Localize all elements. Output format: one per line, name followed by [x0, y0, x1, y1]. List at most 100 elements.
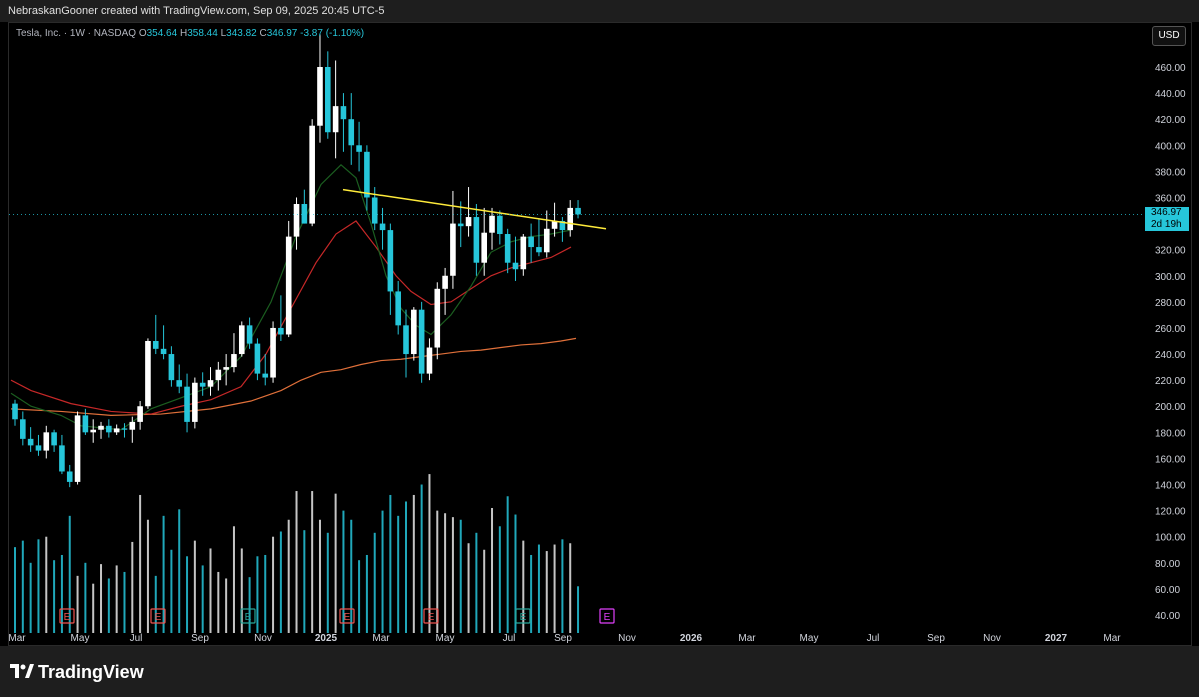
legend-close-value: 346.97 [266, 28, 298, 39]
volume-bar [178, 509, 181, 633]
candle-body [43, 432, 50, 451]
candle-body [20, 419, 26, 439]
volume-bar [373, 532, 376, 633]
legend-low-value: 343.82 [226, 28, 257, 39]
volume-bar [334, 493, 337, 633]
candle-body [160, 348, 167, 355]
y-tick-label: 200.00 [1155, 402, 1186, 413]
volume-bar [53, 560, 56, 633]
volume-bar [444, 513, 447, 633]
earnings-marker-label: E [64, 612, 71, 623]
volume-bar [162, 515, 165, 633]
candle-body [66, 471, 73, 482]
candle-body [418, 309, 425, 374]
tradingview-logo-icon [10, 664, 34, 678]
volume-bar [131, 541, 134, 633]
x-tick-label: Sep [927, 633, 945, 644]
candle-body [137, 406, 143, 422]
candle-body [403, 325, 409, 355]
candle-body [223, 367, 229, 370]
earnings-marker-label: E [245, 612, 252, 623]
x-tick-label: Nov [618, 633, 636, 644]
volume-bar [14, 547, 16, 633]
candle-body [207, 380, 214, 387]
volume-bar [256, 556, 259, 633]
candle-body [379, 223, 386, 231]
volume-bar [146, 519, 149, 633]
volume-bar [326, 532, 329, 633]
candle-body [246, 325, 253, 344]
volume-bar [389, 494, 392, 633]
candle-body [74, 415, 81, 482]
candle-body [411, 309, 417, 355]
brand-name: TradingView [38, 662, 144, 682]
current-price-badge: 346.97 2d 19h [1145, 207, 1189, 231]
y-tick-label: 260.00 [1155, 324, 1186, 335]
volume-bar [217, 571, 220, 633]
candle-body [520, 236, 527, 270]
candle-body [199, 382, 206, 387]
x-tick-label: 2026 [680, 633, 703, 644]
candle-body [317, 67, 323, 126]
y-tick-label: 40.00 [1155, 611, 1180, 622]
y-tick-label: 300.00 [1155, 272, 1186, 283]
bar-countdown: 2d 19h [1151, 219, 1182, 230]
x-tick-label: Nov [254, 633, 272, 644]
volume-bar [100, 564, 103, 633]
legend-close-label: C [259, 28, 267, 39]
legend-open-value: 354.64 [146, 28, 178, 39]
y-tick-label: 220.00 [1155, 376, 1186, 387]
volume-bar [420, 484, 423, 633]
credit-text: NebraskanGooner created with TradingView… [8, 5, 385, 17]
candle-body [168, 354, 175, 381]
volume-bar [279, 531, 282, 633]
candle-body [371, 197, 378, 224]
candle-body [12, 403, 18, 420]
volume-bar [272, 536, 275, 633]
volume-bar [248, 577, 251, 633]
candle-body [575, 207, 581, 215]
candle-body [121, 428, 128, 430]
volume-bar [37, 539, 40, 633]
x-tick-label: Sep [554, 633, 572, 644]
candle-body [426, 347, 433, 374]
volume-bar [123, 571, 126, 633]
candle-body [434, 288, 441, 348]
legend-open-label: O [138, 28, 147, 39]
current-price-value: 346.97 [1151, 207, 1182, 218]
volume-bar [232, 526, 235, 633]
candle-body [106, 425, 112, 433]
candle-body [489, 215, 495, 233]
footer-bar: TradingView [0, 646, 1199, 697]
candle-body [192, 382, 198, 422]
volume-bar [506, 496, 509, 633]
volume-bar [107, 578, 110, 633]
earnings-marker-label: E [344, 612, 351, 623]
candle-body [51, 432, 57, 446]
candle-body [356, 145, 362, 152]
x-tick-label: May [436, 633, 455, 644]
candle-body [332, 106, 339, 133]
candle-body [536, 247, 542, 253]
chart-frame[interactable]: 460.00440.00420.00400.00380.00360.00340.… [8, 22, 1192, 646]
y-tick-label: 420.00 [1155, 115, 1186, 126]
candle-body [129, 421, 136, 430]
x-tick-label: Nov [983, 633, 1001, 644]
volume-bar [154, 575, 157, 633]
candle-body [567, 207, 574, 231]
y-tick-label: 460.00 [1155, 63, 1186, 74]
candle-body [113, 428, 120, 433]
candle-body [238, 325, 245, 355]
price-chart[interactable]: 460.00440.00420.00400.00380.00360.00340.… [9, 23, 1193, 647]
volume-bar [545, 551, 548, 633]
volume-bar [311, 491, 314, 633]
x-tick-label: Mar [372, 633, 390, 644]
x-tick-label: Mar [1103, 633, 1121, 644]
volume-bar [405, 501, 407, 633]
volume-bar [139, 494, 142, 633]
candle-body [176, 380, 183, 387]
candle-body [481, 232, 487, 263]
legend-change: -3.87 (-1.10%) [300, 28, 365, 39]
currency-button[interactable]: USD [1152, 26, 1186, 46]
volume-bar [569, 543, 572, 633]
